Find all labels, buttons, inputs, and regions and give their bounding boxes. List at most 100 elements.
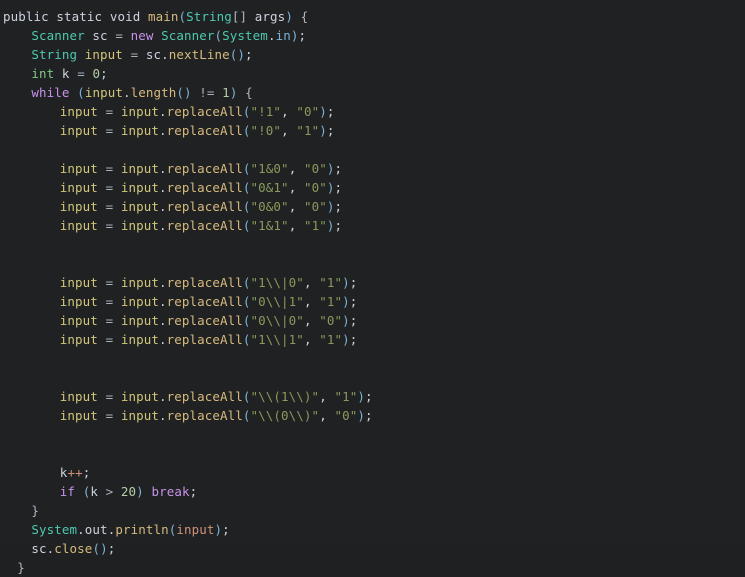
code-token: . — [122, 85, 131, 100]
code-token: ( — [178, 9, 187, 24]
code-token: ; — [349, 332, 358, 347]
code-token: . — [159, 199, 167, 214]
code-token: ; — [107, 541, 116, 556]
code-token: . — [159, 275, 167, 290]
code-line: } — [0, 558, 745, 577]
code-line: input = input.replaceAll("\\(0\\)", "0")… — [0, 406, 745, 425]
code-token: "1" — [303, 218, 327, 233]
code-token: ) — [342, 313, 350, 328]
code-token: ) — [342, 294, 350, 309]
code-token: "1\\|1" — [250, 332, 304, 347]
code-token: input — [84, 85, 123, 100]
code-line: input = input.replaceAll("1\\|0", "1"); — [0, 273, 745, 292]
code-token: close — [54, 541, 93, 556]
code-token: ++ — [67, 465, 83, 480]
code-token: ) — [326, 180, 335, 195]
code-token: void — [109, 9, 141, 24]
code-token: nextLine — [168, 47, 230, 62]
code-token: . — [267, 28, 276, 43]
code-token: input — [59, 218, 98, 233]
code-token: , — [319, 408, 327, 423]
code-token: String — [31, 47, 78, 62]
code-token: "1" — [334, 389, 358, 404]
code-token: ; — [326, 123, 335, 138]
code-token: . — [159, 161, 167, 176]
code-token: [] — [231, 9, 248, 24]
code-line: input = input.replaceAll("1\\|1", "1"); — [0, 330, 745, 349]
code-token: . — [159, 218, 167, 233]
code-token: sc — [145, 47, 162, 62]
code-token: sc — [92, 28, 108, 43]
code-token: "0\\|0" — [250, 313, 304, 328]
code-token: input — [120, 161, 159, 176]
code-line: input = input.replaceAll("0\\|0", "0"); — [0, 311, 745, 330]
code-token: 0 — [92, 66, 101, 81]
code-token: Scanner — [31, 28, 85, 43]
code-line: if (k > 20) break; — [0, 482, 745, 501]
code-token: ; — [82, 465, 91, 480]
code-token: ) — [285, 9, 293, 24]
code-token: != — [199, 85, 215, 100]
code-token: ( — [242, 408, 251, 423]
code-token: ) — [357, 389, 365, 404]
code-token: "0&1" — [250, 180, 289, 195]
code-token: ; — [189, 484, 198, 499]
code-token: ; — [334, 199, 343, 214]
code-line: input = input.replaceAll("!1", "0"); — [0, 102, 745, 121]
code-token: "0" — [303, 199, 327, 214]
code-token: ( — [242, 180, 251, 195]
code-token: , — [281, 104, 289, 119]
code-token: System — [222, 28, 268, 43]
code-token: . — [159, 313, 167, 328]
code-line: input = input.replaceAll("0\\|1", "1"); — [0, 292, 745, 311]
code-token: input — [120, 123, 159, 138]
code-token: . — [77, 522, 85, 537]
code-token: "1" — [296, 123, 320, 138]
code-token: main — [147, 9, 179, 24]
code-line: System.out.println(input); — [0, 520, 745, 539]
code-token: out — [84, 522, 108, 537]
code-token: , — [303, 332, 312, 347]
code-token: input — [120, 408, 159, 423]
code-token: in — [275, 28, 291, 43]
code-token: . — [159, 389, 167, 404]
code-token: ( — [242, 332, 251, 347]
code-token: ( — [242, 161, 251, 176]
code-token: ) — [326, 218, 335, 233]
code-token: sc — [31, 541, 47, 556]
code-token: ) — [214, 522, 223, 537]
code-token: replaceAll — [166, 180, 243, 195]
code-token: ; — [334, 218, 343, 233]
code-token: ; — [365, 389, 373, 404]
code-token: String — [186, 9, 232, 24]
code-token: "!1" — [250, 104, 282, 119]
code-token: ( — [242, 104, 251, 119]
code-token: replaceAll — [166, 275, 243, 290]
code-line: input = input.replaceAll("0&1", "0"); — [0, 178, 745, 197]
code-token: int — [31, 66, 55, 81]
code-token: ) — [342, 332, 350, 347]
code-token: replaceAll — [166, 389, 243, 404]
code-token: } — [17, 560, 25, 575]
code-line: public static void main(String[] args) { — [0, 7, 745, 26]
code-token: System — [31, 522, 78, 537]
code-token: public — [3, 9, 49, 24]
code-token: input — [59, 199, 98, 214]
code-token: input — [120, 294, 159, 309]
